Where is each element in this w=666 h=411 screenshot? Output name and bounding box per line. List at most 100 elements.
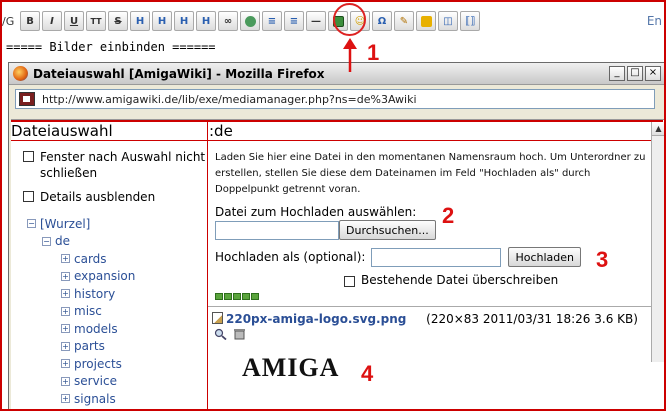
namespace-title: :de — [208, 122, 651, 141]
tree-item-link[interactable]: service — [74, 374, 117, 388]
tree-item-link[interactable]: models — [74, 322, 118, 336]
plugin-button-3[interactable]: ⟦⟧ — [460, 11, 480, 31]
collapse-icon[interactable]: − — [27, 219, 36, 229]
url-field[interactable]: http://www.amigawiki.de/lib/exe/mediaman… — [15, 89, 655, 109]
window-titlebar: Dateiauswahl [AmigaWiki] - Mozilla Firef… — [9, 63, 665, 85]
url-text: http://www.amigawiki.de/lib/exe/mediaman… — [42, 92, 417, 106]
tree-item[interactable]: + misc — [27, 303, 207, 321]
tree-item-link[interactable]: projects — [74, 357, 122, 371]
expand-icon[interactable]: + — [61, 394, 70, 404]
close-button[interactable]: × — [645, 66, 661, 81]
tree-item-link[interactable]: history — [74, 287, 115, 301]
vertical-scrollbar[interactable]: ▲ — [651, 122, 665, 362]
image-file-icon — [212, 312, 223, 324]
delete-icon[interactable] — [233, 328, 246, 340]
tree-item-link[interactable]: expansion — [74, 269, 135, 283]
right-pane: :de Laden Sie hier eine Datei in den mom… — [208, 122, 651, 411]
tree-de[interactable]: − de — [27, 233, 207, 251]
underline-button[interactable]: U — [64, 11, 84, 31]
expand-icon[interactable]: + — [61, 289, 70, 299]
expand-icon[interactable]: + — [61, 376, 70, 386]
tree-item[interactable]: + service — [27, 373, 207, 391]
tree-item[interactable]: + cards — [27, 250, 207, 268]
plugin-button-1[interactable] — [416, 11, 436, 31]
upload-as-row: Hochladen als (optional): Hochladen — [208, 247, 651, 267]
keep-open-label: Fenster nach Auswahl nicht schließen — [40, 150, 206, 180]
strike-button[interactable]: S — [108, 11, 128, 31]
link-button[interactable]: ∞ — [218, 11, 238, 31]
expand-icon[interactable]: + — [61, 341, 70, 351]
expand-icon[interactable]: + — [61, 306, 70, 316]
url-bar: http://www.amigawiki.de/lib/exe/mediaman… — [9, 85, 665, 113]
toolbar-prefix: /G — [2, 14, 15, 28]
tree-item[interactable]: + models — [27, 320, 207, 338]
hide-details-checkbox[interactable] — [23, 191, 34, 202]
editor-line: ===== Bilder einbinden ====== — [6, 40, 216, 54]
browse-button[interactable]: Durchsuchen... — [339, 220, 436, 240]
expand-icon[interactable]: + — [61, 359, 70, 369]
tree-de-link[interactable]: de — [55, 234, 70, 248]
tree-item[interactable]: + parts — [27, 338, 207, 356]
expand-icon[interactable]: + — [61, 254, 70, 264]
firefox-logo-icon — [13, 66, 28, 81]
left-pane: Dateiauswahl Fenster nach Auswahl nicht … — [11, 122, 207, 411]
option-keep-open[interactable]: Fenster nach Auswahl nicht schließen — [11, 149, 207, 181]
keep-open-checkbox[interactable] — [23, 151, 34, 162]
upload-as-label: Hochladen als (optional): — [215, 250, 366, 264]
tree-root[interactable]: − [Wurzel] — [27, 215, 207, 233]
overwrite-checkbox[interactable] — [344, 275, 355, 287]
firefox-window: Dateiauswahl [AmigaWiki] - Mozilla Firef… — [8, 62, 666, 411]
upload-label: Datei zum Hochladen auswählen: — [215, 205, 417, 219]
file-meta: (220×83 2011/03/31 18:26 3.6 KB) — [426, 312, 638, 326]
window-title: Dateiauswahl [AmigaWiki] - Mozilla Firef… — [33, 66, 325, 81]
arrow-up-icon — [343, 38, 357, 72]
site-favicon-icon — [19, 92, 35, 106]
minimize-button[interactable]: _ — [609, 66, 625, 81]
horizontal-rule-button[interactable]: — — [306, 11, 326, 31]
heading-menu-button[interactable]: H — [196, 11, 216, 31]
option-hide-details[interactable]: Details ausblenden — [11, 189, 207, 205]
file-name-link[interactable]: 220px-amiga-logo.svg.png — [226, 312, 406, 326]
namespace-tree: − [Wurzel] − de + cards + expansion + histo… — [11, 215, 207, 408]
expand-icon[interactable]: + — [61, 271, 70, 281]
expand-icon[interactable]: + — [61, 324, 70, 334]
italic-button[interactable]: I — [42, 11, 62, 31]
upload-button[interactable]: Hochladen — [508, 247, 582, 267]
file-path-input[interactable] — [215, 220, 339, 240]
ordered-list-button[interactable]: ≡ — [262, 11, 282, 31]
tree-item-link[interactable]: misc — [74, 304, 102, 318]
special-chars-button[interactable]: Ω — [372, 11, 392, 31]
maximize-button[interactable]: □ — [627, 66, 643, 81]
tree-item-link[interactable]: cards — [74, 252, 107, 266]
hide-details-label: Details ausblenden — [40, 190, 156, 204]
callout-4: 4 — [361, 361, 374, 386]
file-entry: 220px-amiga-logo.svg.png (220×83 2011/03… — [208, 307, 651, 343]
heading-lower-button[interactable]: H — [152, 11, 172, 31]
signature-button[interactable]: ✎ — [394, 11, 414, 31]
upload-intro: Laden Sie hier eine Datei in den momenta… — [215, 152, 646, 195]
collapse-icon[interactable]: − — [42, 236, 51, 246]
tree-item[interactable]: + signals — [27, 390, 207, 408]
magnifier-icon[interactable] — [214, 328, 227, 341]
heading-higher-button[interactable]: H — [174, 11, 194, 31]
upload-progress-icon — [208, 293, 651, 300]
bold-button[interactable]: B — [20, 11, 40, 31]
tree-item[interactable]: + expansion — [27, 268, 207, 286]
tree-item-link[interactable]: signals — [74, 392, 116, 406]
file-select-row: Durchsuchen... — [208, 220, 651, 240]
overwrite-row[interactable]: Bestehende Datei überschreiben — [208, 273, 651, 287]
tree-root-link[interactable]: [Wurzel] — [40, 217, 90, 231]
code-button[interactable]: TT — [86, 11, 106, 31]
external-link-button[interactable] — [240, 11, 260, 31]
heading-same-button[interactable]: H — [130, 11, 150, 31]
tree-item-link[interactable]: parts — [74, 339, 105, 353]
plugin-button-2[interactable]: ◫ — [438, 11, 458, 31]
scroll-up-icon[interactable]: ▲ — [652, 122, 665, 136]
media-manager: Dateiauswahl Fenster nach Auswahl nicht … — [11, 119, 665, 411]
unordered-list-button[interactable]: ≡ — [284, 11, 304, 31]
upload-as-input[interactable] — [371, 247, 502, 267]
tree-item[interactable]: + projects — [27, 355, 207, 373]
amiga-logo-image: AMIGA — [242, 353, 340, 382]
tree-item[interactable]: + history — [27, 285, 207, 303]
left-pane-title: Dateiauswahl — [11, 122, 207, 141]
